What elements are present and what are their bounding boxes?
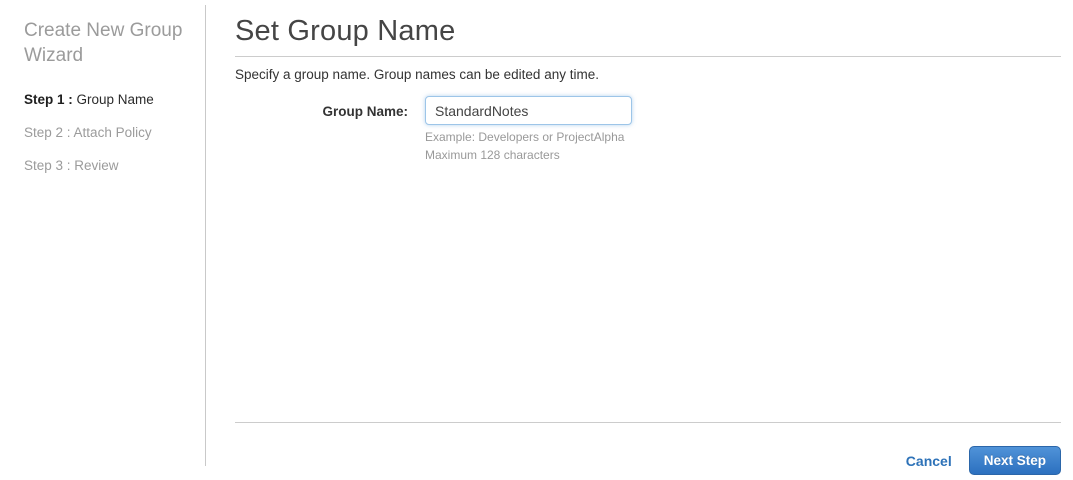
main-panel: Set Group Name Specify a group name. Gro… bbox=[206, 0, 1073, 480]
group-name-input[interactable] bbox=[425, 96, 632, 125]
next-step-button[interactable]: Next Step bbox=[968, 446, 1061, 475]
step-2-label: Attach Policy bbox=[70, 125, 152, 140]
group-name-example-hint: Example: Developers or ProjectAlpha bbox=[425, 130, 625, 144]
sidebar-step-3-review: Step 3 : Review bbox=[24, 159, 186, 173]
page-title: Set Group Name bbox=[235, 15, 456, 47]
sidebar-step-1-group-name: Step 1 : Group Name bbox=[24, 93, 186, 107]
group-name-label: Group Name: bbox=[322, 104, 408, 119]
footer-divider bbox=[235, 422, 1061, 423]
footer-actions: Cancel Next Step bbox=[235, 446, 1061, 475]
sidebar-step-2-attach-policy: Step 2 : Attach Policy bbox=[24, 126, 186, 140]
group-name-form-row: Group Name: Example: Developers or Proje… bbox=[235, 96, 1061, 164]
wizard-steps: Step 1 : Group Name Step 2 : Attach Poli… bbox=[24, 93, 186, 173]
wizard-footer: Cancel Next Step bbox=[235, 422, 1061, 480]
step-1-label: Group Name bbox=[72, 92, 154, 107]
step-2-prefix: Step 2 : bbox=[24, 125, 71, 140]
page-description: Specify a group name. Group names can be… bbox=[235, 67, 599, 82]
group-name-max-length-hint: Maximum 128 characters bbox=[425, 148, 560, 162]
step-1-prefix: Step 1 : bbox=[24, 92, 73, 107]
wizard-sidebar: Create New Group Wizard Step 1 : Group N… bbox=[0, 0, 206, 480]
wizard-title: Create New Group Wizard bbox=[24, 20, 183, 66]
step-3-label: Review bbox=[70, 158, 119, 173]
create-group-wizard-window: Create New Group Wizard Step 1 : Group N… bbox=[0, 0, 1073, 480]
step-3-prefix: Step 3 : bbox=[24, 158, 71, 173]
cancel-button[interactable]: Cancel bbox=[906, 453, 952, 469]
group-name-field: Example: Developers or ProjectAlpha Maxi… bbox=[425, 96, 632, 164]
title-divider bbox=[235, 56, 1061, 57]
